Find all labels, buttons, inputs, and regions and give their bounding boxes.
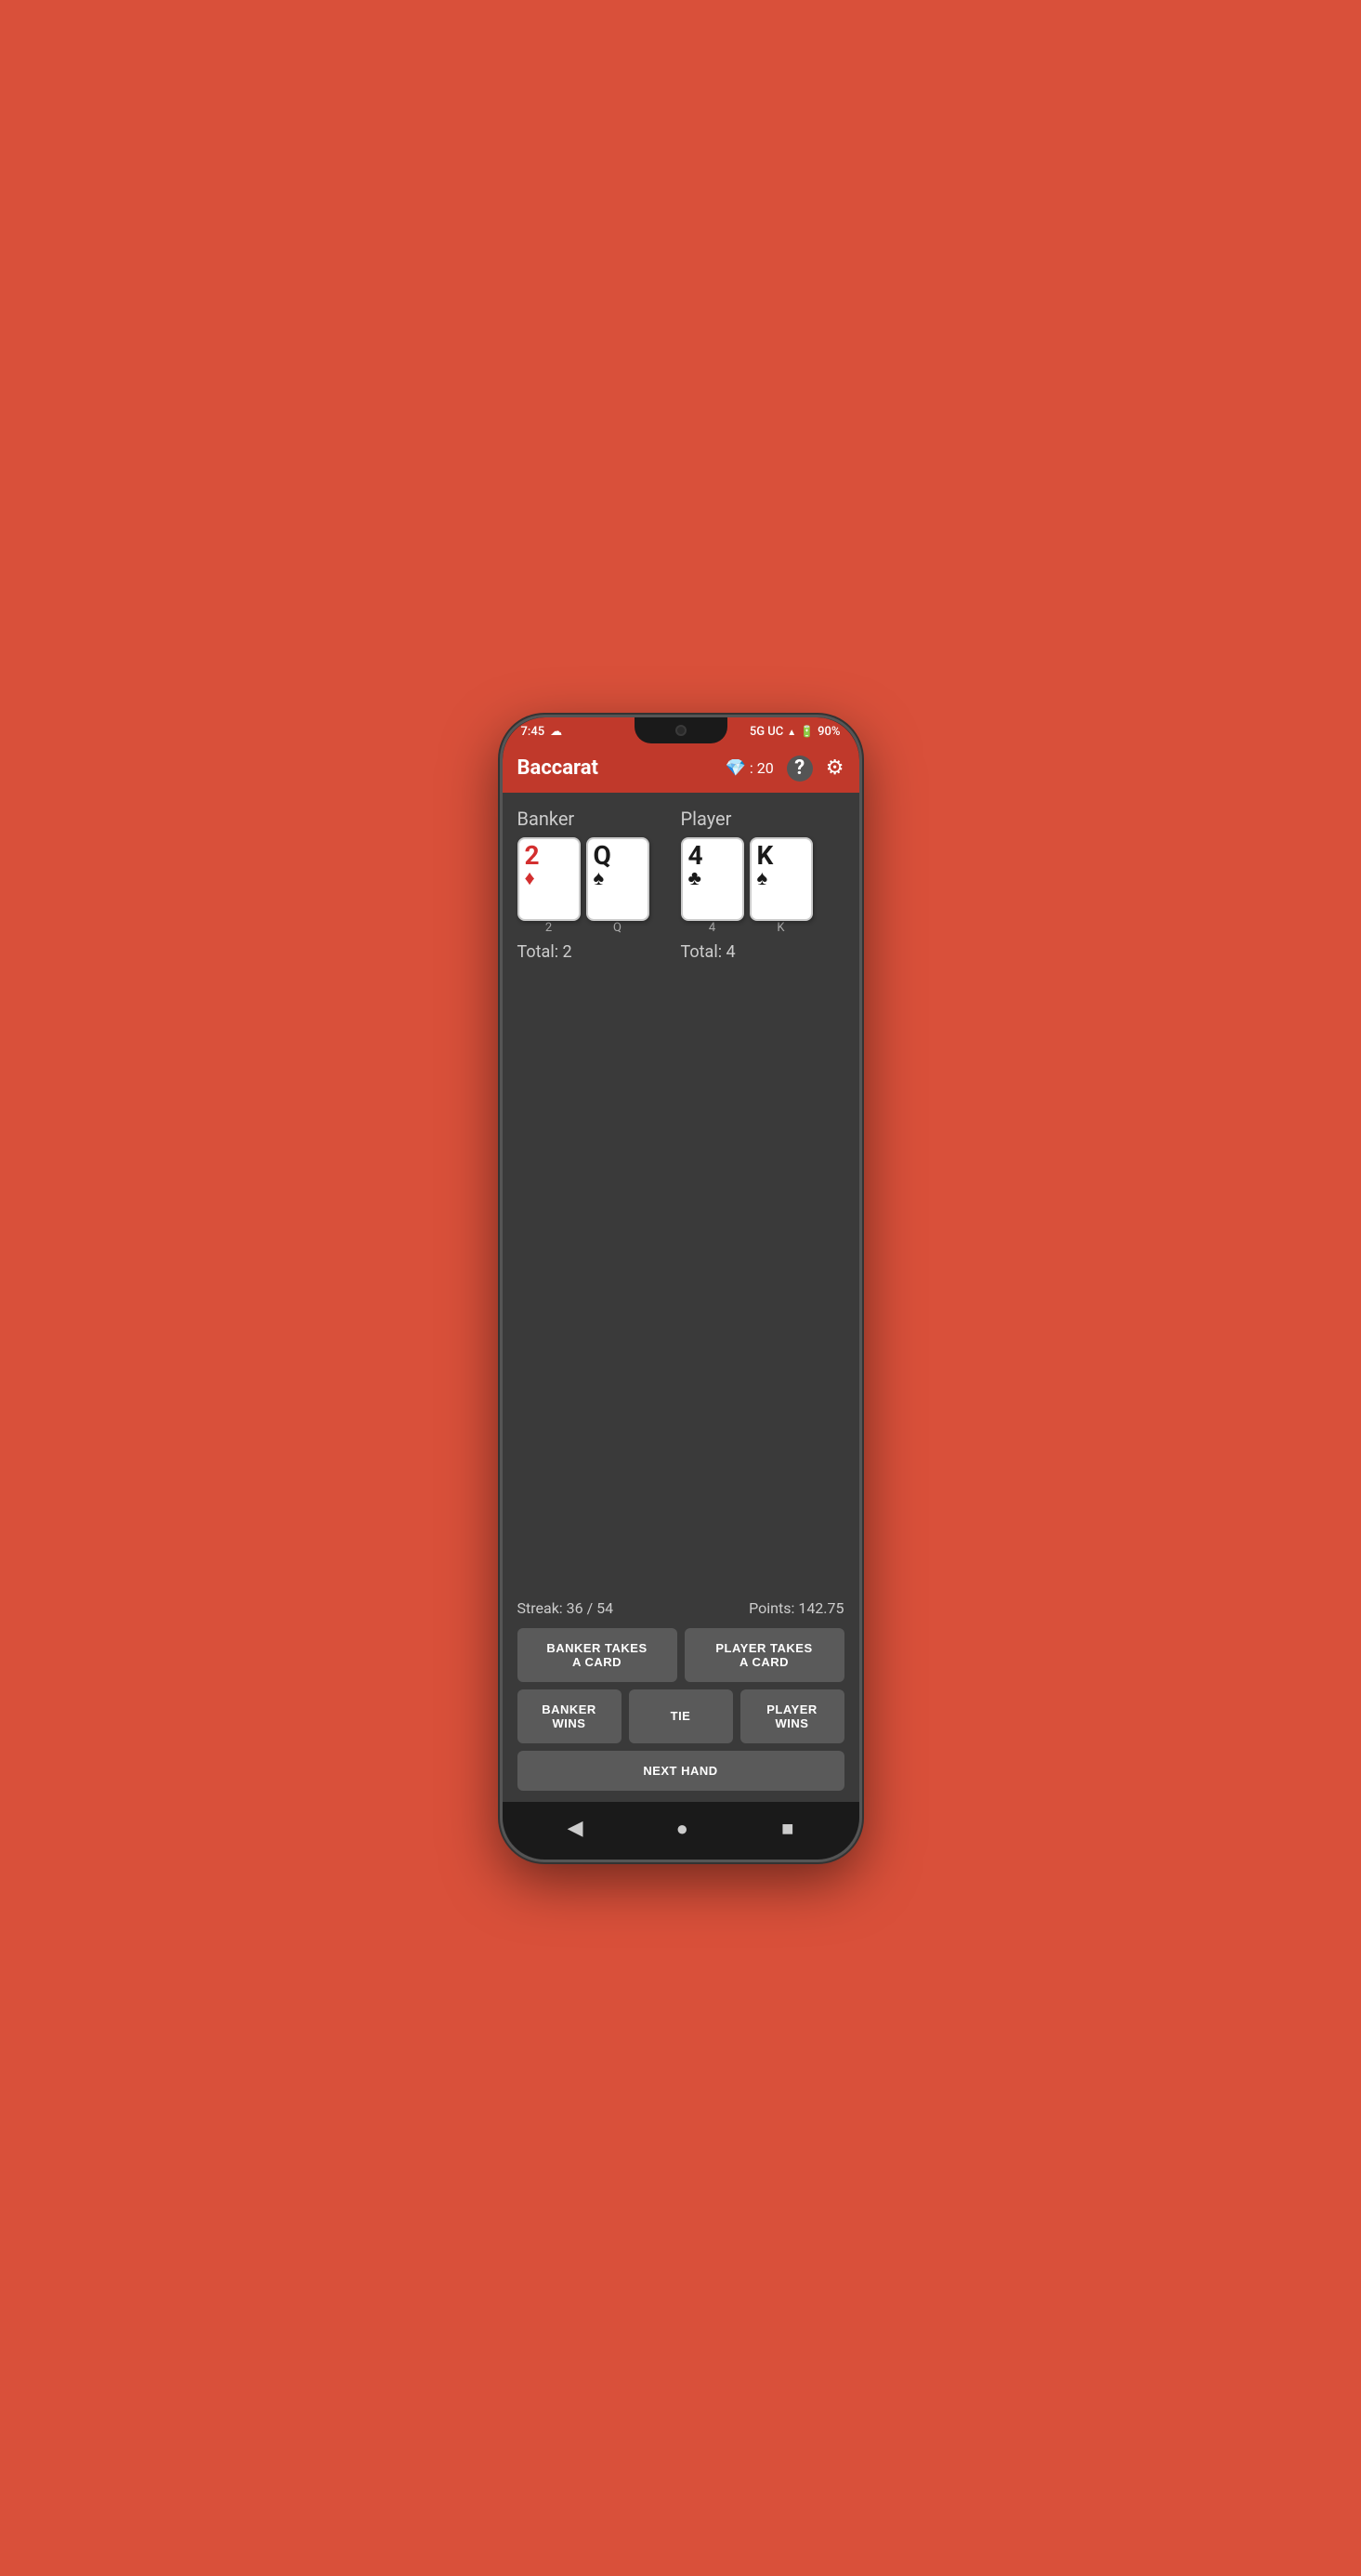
stats-row: Streak: 36 / 54 Points: 142.75 [517,1599,844,1617]
player-card-1-face: K ♠ [750,837,813,921]
banker-card-1-face: Q ♠ [586,837,649,921]
banker-card-0-label: 2 [517,921,581,935]
banker-card-0-face: 2 ♦ [517,837,581,921]
nav-bar: ◀ ● ■ [503,1802,859,1860]
player-card-1-suit: ♠ [757,869,768,889]
gem-icon: 💎 [725,758,745,778]
nav-home-button[interactable]: ● [676,1817,688,1841]
points-stat: Points: 142.75 [749,1599,844,1617]
next-hand-button[interactable]: NEXT HAND [517,1751,844,1791]
player-card-0-face: 4 ♣ [681,837,744,921]
banker-takes-card-button[interactable]: BANKER TAKESA CARD [517,1628,677,1682]
player-card-0-value: 4 [688,843,703,869]
player-cards-row: 4 ♣ 4 K ♠ K [681,837,844,935]
settings-button[interactable]: ⚙ [826,756,844,780]
banker-card-0-suit: ♦ [525,869,535,889]
network-label: 5G UC [750,725,783,739]
take-card-row: BANKER TAKESA CARD PLAYER TAKESA CARD [517,1628,844,1682]
phone-device: 7:45 5G UC 90% Baccarat 💎 : 20 [500,715,862,1862]
banker-card-1-value: Q [594,843,611,869]
banker-cards-row: 2 ♦ 2 Q ♠ Q [517,837,681,935]
outcome-row: BANKERWINS TIE PLAYERWINS [517,1689,844,1743]
player-label: Player [681,808,844,830]
player-card-0-suit: ♣ [688,869,701,889]
player-card-0: 4 ♣ 4 [681,837,744,935]
status-time: 7:45 [521,725,545,739]
next-hand-row: NEXT HAND [517,1751,844,1791]
banker-card-0: 2 ♦ 2 [517,837,581,935]
player-card-1-label: K [750,921,813,935]
player-card-1-value: K [757,843,774,869]
bottom-area: Streak: 36 / 54 Points: 142.75 BANKER TA… [503,1592,859,1802]
banker-label: Banker [517,808,681,830]
banker-wins-button[interactable]: BANKERWINS [517,1689,622,1743]
status-bar: 7:45 5G UC 90% [503,717,859,744]
banker-card-1: Q ♠ Q [586,837,649,935]
banker-card-1-suit: ♠ [594,869,605,889]
tie-button[interactable]: TIE [629,1689,733,1743]
player-card-1: K ♠ K [750,837,813,935]
cards-area: Banker 2 ♦ 2 Q [517,808,844,962]
player-takes-card-button[interactable]: PLAYER TAKESA CARD [685,1628,844,1682]
player-hand: Player 4 ♣ 4 K [681,808,844,962]
nav-recents-button[interactable]: ■ [781,1817,793,1841]
nav-back-button[interactable]: ◀ [568,1817,583,1840]
banker-hand: Banker 2 ♦ 2 Q [517,808,681,962]
app-title: Baccarat [517,756,598,780]
banker-card-1-label: Q [586,921,649,935]
banker-card-0-value: 2 [525,843,540,869]
gem-score-label: : [750,759,753,777]
main-content: Banker 2 ♦ 2 Q [503,793,859,1332]
action-buttons: BANKER TAKESA CARD PLAYER TAKESA CARD BA… [517,1628,844,1791]
gem-score-value: 20 [757,759,774,777]
player-total: Total: 4 [681,942,844,962]
spacer-area [503,1332,859,1592]
camera-notch [675,725,687,736]
help-button[interactable]: ? [787,756,813,782]
battery-percent: 90% [818,725,840,739]
banker-total: Total: 2 [517,942,681,962]
player-card-0-label: 4 [681,921,744,935]
streak-stat: Streak: 36 / 54 [517,1599,614,1617]
player-wins-button[interactable]: PLAYERWINS [740,1689,844,1743]
battery-icon [800,725,814,739]
cloud-icon [550,725,562,739]
gem-score: 💎 : 20 [725,758,773,778]
app-bar: Baccarat 💎 : 20 ? ⚙ [503,744,859,793]
signal-icon [787,725,796,739]
